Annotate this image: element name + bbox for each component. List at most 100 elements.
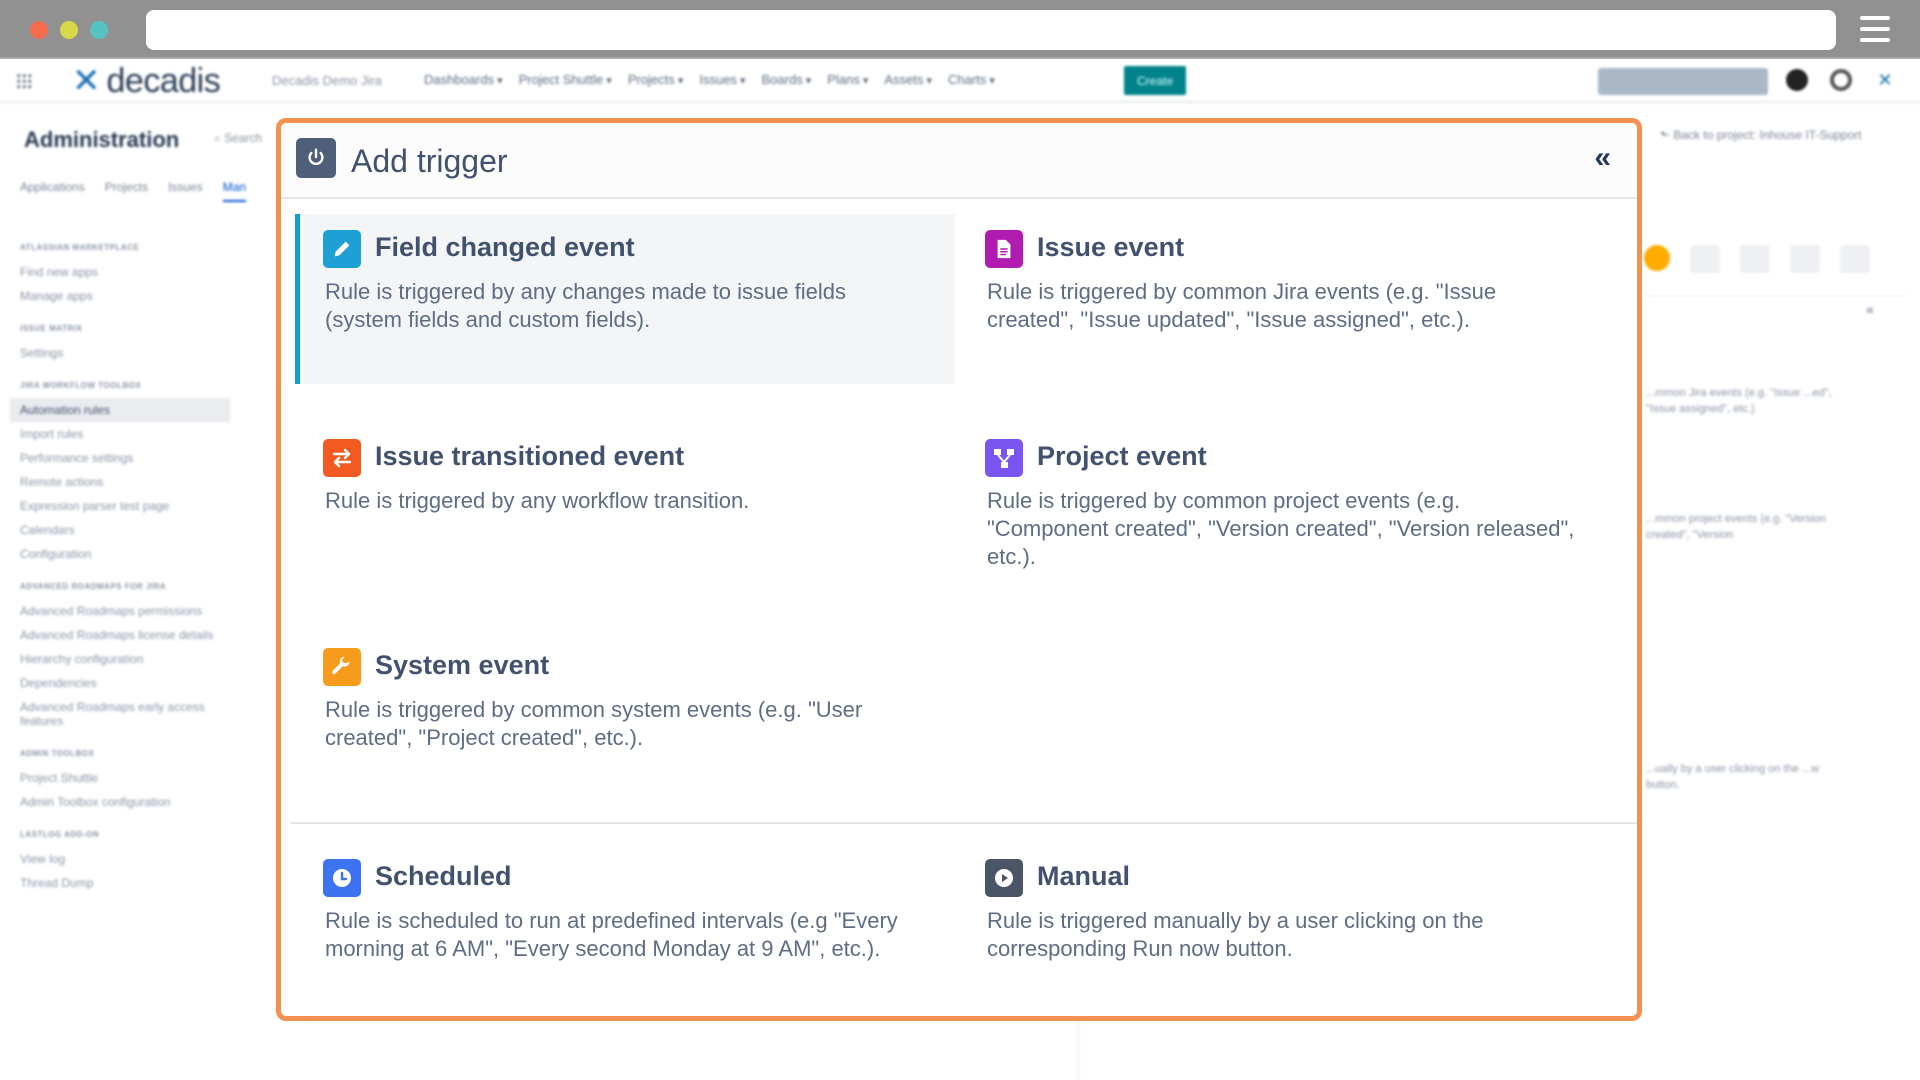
browser-chrome xyxy=(0,0,1920,59)
bg-manual-text: ...ually by a user clicking on the ...w … xyxy=(1646,763,1820,791)
trigger-title: Project event xyxy=(1037,441,1207,471)
sidebar-item[interactable]: Admin Toolbox configuration xyxy=(10,790,230,814)
help-icon[interactable] xyxy=(1786,69,1808,91)
trigger-description: Rule is scheduled to run at predefined i… xyxy=(325,908,898,961)
tab-applications[interactable]: Applications xyxy=(20,180,85,202)
nav-plans[interactable]: Plans xyxy=(827,72,868,87)
dialog-header: Add trigger « xyxy=(281,123,1637,199)
sidebar-item[interactable]: Dependencies xyxy=(10,671,230,695)
expand-icon[interactable] xyxy=(1790,245,1820,273)
settings-gear-icon[interactable] xyxy=(1830,69,1852,91)
admin-sidebar: Atlassian Marketplace Find new apps Manage… xyxy=(10,227,230,895)
sidebar-item[interactable]: Configuration xyxy=(10,542,230,566)
sidebar-item[interactable]: Hierarchy configuration xyxy=(10,647,230,671)
trigger-title: Issue event xyxy=(1037,232,1185,262)
top-navigation: ✕ decadis Decadis Demo Jira Dashboards P… xyxy=(0,59,1920,103)
clock-icon xyxy=(323,859,361,897)
trigger-title: Manual xyxy=(1037,861,1131,891)
wrench-icon xyxy=(323,648,361,686)
trigger-power-icon xyxy=(296,138,336,178)
trigger-card-issue[interactable]: Issue event Rule is triggered by common … xyxy=(957,214,1617,384)
sidebar-item[interactable]: Manage apps xyxy=(10,284,230,308)
sidebar-item[interactable]: Advanced Roadmaps early access features xyxy=(10,695,230,733)
panel-divider xyxy=(1644,295,1906,296)
sidebar-item[interactable]: Thread Dump xyxy=(10,871,230,895)
home-icon[interactable] xyxy=(1690,245,1720,273)
panel-collapse-icon[interactable]: « xyxy=(1866,301,1874,317)
sidebar-item[interactable]: Import rules xyxy=(10,422,230,446)
sidebar-section-heading: Lastlog Add-on xyxy=(20,830,100,839)
trigger-title: Issue transitioned event xyxy=(375,441,685,471)
bg-issue-event-text: ...mmon Jira events (e.g. "Issue ...ed",… xyxy=(1646,387,1832,415)
hierarchy-icon xyxy=(985,439,1023,477)
address-bar[interactable] xyxy=(146,10,1836,50)
trigger-description: Rule is triggered manually by a user cli… xyxy=(987,908,1484,961)
decadis-logo-mark-icon: ✕ xyxy=(72,61,101,101)
nav-projects[interactable]: Projects xyxy=(628,72,684,87)
trigger-card-field-changed[interactable]: Field changed event Rule is triggered by… xyxy=(295,214,955,384)
nav-charts[interactable]: Charts xyxy=(948,72,995,87)
back-to-project-link[interactable]: ⬑ Back to project: Inhouse IT-Support xyxy=(1660,128,1861,142)
trigger-title: System event xyxy=(375,650,550,680)
sidebar-item[interactable]: Find new apps xyxy=(10,260,230,284)
bg-project-event-text: ...mmon project events (e.g. "Version cr… xyxy=(1646,513,1826,541)
instance-label: Decadis Demo Jira xyxy=(272,73,382,88)
sidebar-item[interactable]: Performance settings xyxy=(10,446,230,470)
nav-assets[interactable]: Assets xyxy=(884,72,932,87)
rule-toolbar xyxy=(1644,245,1870,273)
nav-boards[interactable]: Boards xyxy=(762,72,812,87)
sidebar-item[interactable]: Settings xyxy=(10,341,230,365)
admin-search-label: Search xyxy=(224,131,263,145)
trigger-card-issue-transitioned[interactable]: Issue transitioned event Rule is trigger… xyxy=(295,423,955,593)
dialog-title: Add trigger xyxy=(351,143,508,179)
transition-arrows-icon xyxy=(323,439,361,477)
sidebar-item[interactable]: Expression parser test page xyxy=(10,494,230,518)
browser-menu-icon[interactable] xyxy=(1860,16,1890,42)
trigger-description: Rule is triggered by common project even… xyxy=(987,488,1575,569)
page-title: Administration xyxy=(24,127,180,152)
sidebar-item[interactable]: Advanced Roadmaps permissions xyxy=(10,599,230,623)
app-switcher-icon[interactable] xyxy=(16,73,32,89)
back-link-label: Back to project: Inhouse IT-Support xyxy=(1673,128,1862,142)
tab-projects[interactable]: Projects xyxy=(105,180,148,202)
trigger-description: Rule is triggered by common Jira events … xyxy=(987,279,1497,332)
nav-dashboards[interactable]: Dashboards xyxy=(424,72,503,87)
trigger-card-manual[interactable]: Manual Rule is triggered manually by a u… xyxy=(957,843,1617,1013)
trigger-card-scheduled[interactable]: Scheduled Rule is scheduled to run at pr… xyxy=(295,843,955,1013)
sidebar-item[interactable]: Remote actions xyxy=(10,470,230,494)
admin-tabs: Applications Projects Issues Man xyxy=(20,180,247,202)
sidebar-item[interactable]: Calendars xyxy=(10,518,230,542)
warning-icon[interactable] xyxy=(1644,245,1670,271)
sidebar-item[interactable]: Project Shuttle xyxy=(10,766,230,790)
sidebar-section-heading: Admin Toolbox xyxy=(20,749,95,758)
sidebar-section-heading: Jira Workflow Toolbox xyxy=(20,381,142,390)
close-window-button[interactable] xyxy=(30,21,48,39)
play-icon xyxy=(985,859,1023,897)
add-trigger-dialog: Add trigger « Field changed event Rule i… xyxy=(276,118,1642,1021)
export-icon[interactable] xyxy=(1740,245,1770,273)
maximize-window-button[interactable] xyxy=(90,21,108,39)
tab-issues[interactable]: Issues xyxy=(168,180,203,202)
global-search-input[interactable] xyxy=(1598,68,1768,95)
decadis-logo[interactable]: ✕ decadis xyxy=(72,61,221,101)
document-icon xyxy=(985,230,1023,268)
pencil-icon xyxy=(323,230,361,268)
sidebar-item[interactable]: Advanced Roadmaps license details xyxy=(10,623,230,647)
sidebar-section-heading: Atlassian Marketplace xyxy=(20,243,140,252)
nav-menu: Dashboards Project Shuttle Projects Issu… xyxy=(424,72,995,87)
trigger-description: Rule is triggered by common system event… xyxy=(325,697,863,750)
chevrons-left-icon[interactable]: « xyxy=(1594,143,1611,173)
create-button[interactable]: Create xyxy=(1124,66,1186,95)
nav-project-shuttle[interactable]: Project Shuttle xyxy=(519,72,612,87)
sidebar-item[interactable]: Automation rules xyxy=(10,398,230,422)
minimize-window-button[interactable] xyxy=(60,21,78,39)
app-logo-icon[interactable]: ✕ xyxy=(1874,69,1896,91)
sidebar-item[interactable]: View log xyxy=(10,847,230,871)
admin-search[interactable]: ⌕ Search xyxy=(214,131,262,146)
trigger-card-system[interactable]: System event Rule is triggered by common… xyxy=(295,632,955,802)
trigger-card-project[interactable]: Project event Rule is triggered by commo… xyxy=(957,423,1617,593)
tab-manage-apps[interactable]: Man xyxy=(222,180,247,202)
sidebar-section-heading: Issue Matrix xyxy=(20,324,83,333)
help-button-icon[interactable] xyxy=(1840,245,1870,273)
nav-issues[interactable]: Issues xyxy=(699,72,745,87)
